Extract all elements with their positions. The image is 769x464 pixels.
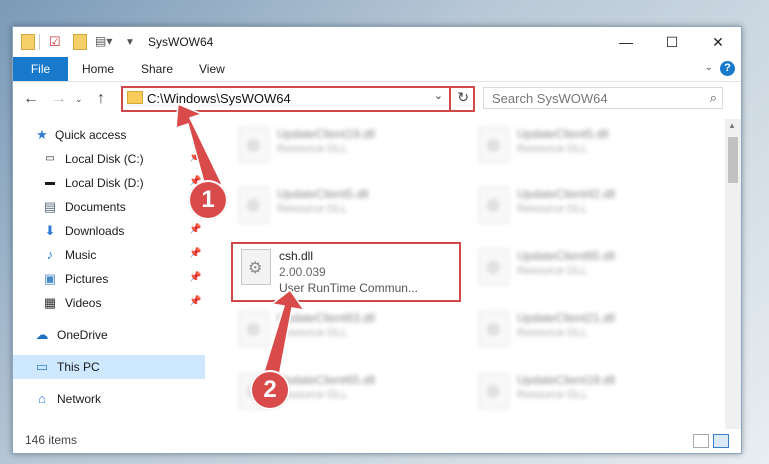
step-badge-2: 2 <box>250 370 290 410</box>
arrow-1 <box>175 102 224 191</box>
annotation-arrows <box>175 102 306 383</box>
step-badge-1: 1 <box>188 180 228 220</box>
arrow-2 <box>261 288 306 383</box>
